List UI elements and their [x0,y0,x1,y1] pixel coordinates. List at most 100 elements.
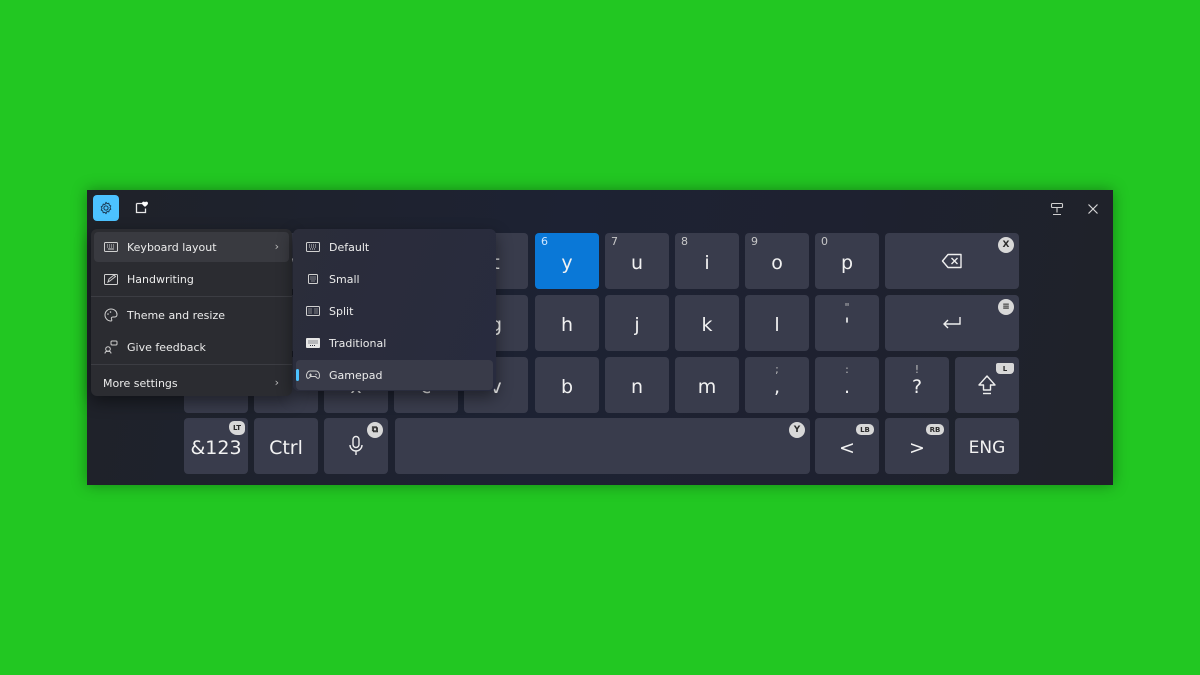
key-k[interactable]: k [675,295,739,351]
key-apostrophe[interactable]: " ' [815,295,879,351]
key-label: &123 [190,437,242,459]
key-label: > [909,437,925,459]
layout-option-small[interactable]: Small [296,264,493,294]
gamepad-menu-badge: ≡ [998,299,1014,315]
key-label: m [697,376,717,398]
key-label: < [839,437,855,459]
key-label: o [771,252,783,274]
key-label: l [774,314,780,336]
key-o[interactable]: 9o [745,233,809,289]
gamepad-ls-badge: L [996,363,1014,374]
keyboard-layout-submenu: Default Small Split Traditional Gamepad [293,229,496,391]
key-label: . [843,376,851,398]
gamepad-view-badge: ⧉ [367,422,383,438]
menu-item-label: Handwriting [127,272,194,286]
backspace-icon [941,253,962,269]
key-label: h [560,314,574,336]
layout-option-gamepad[interactable]: Gamepad [296,360,493,390]
key-label: ENG [968,438,1006,458]
keyboard-icon [104,240,118,254]
menu-divider [91,364,292,365]
key-shift-hint: : [845,363,849,376]
key-label: y [561,252,573,274]
spacebar[interactable]: Y [395,418,810,474]
key-shift-hint: ! [914,363,920,376]
emoji-button[interactable] [129,195,155,221]
menu-item-keyboard-layout[interactable]: Keyboard layout › [94,232,289,262]
layout-option-traditional[interactable]: Traditional [296,328,493,358]
menu-item-more-settings[interactable]: More settings › [94,368,289,398]
key-label: k [701,314,713,336]
keyboard-small-icon [306,273,320,285]
backspace-key[interactable]: X [885,233,1019,289]
key-label: u [630,252,644,274]
key-comma[interactable]: ;, [745,357,809,413]
close-icon [1088,204,1098,214]
layout-option-default[interactable]: Default [296,232,493,262]
shift-key[interactable]: L [955,357,1019,413]
key-m[interactable]: m [675,357,739,413]
gamepad-x-badge: X [998,237,1014,253]
settings-menu: Keyboard layout › Handwriting Theme and … [91,229,292,396]
key-label: b [560,376,574,398]
key-shift-hint: ; [775,363,779,376]
layout-option-split[interactable]: Split [296,296,493,326]
ctrl-key[interactable]: Ctrl [254,418,318,474]
menu-item-give-feedback[interactable]: Give feedback [94,332,289,362]
key-n[interactable]: n [605,357,669,413]
key-b[interactable]: b [535,357,599,413]
key-label: ' [844,314,850,336]
key-y[interactable]: 6y [535,233,599,289]
key-number-hint: 0 [821,235,828,248]
key-l[interactable]: l [745,295,809,351]
keyboard-default-icon [306,241,320,253]
close-button[interactable] [1081,197,1105,221]
key-number-hint: 9 [751,235,758,248]
key-i[interactable]: 8i [675,233,739,289]
microphone-key[interactable]: ⧉ [324,418,388,474]
menu-divider [91,296,292,297]
dock-icon [1050,202,1064,216]
menu-item-label: Keyboard layout [127,240,217,254]
key-label: i [704,252,710,274]
layout-option-label: Default [329,240,370,254]
microphone-icon [349,435,363,455]
dock-button[interactable] [1045,197,1069,221]
key-question[interactable]: !? [885,357,949,413]
key-label: ? [911,376,923,398]
layout-option-label: Gamepad [329,368,383,382]
shift-icon [978,375,996,395]
key-label: p [840,252,854,274]
key-p[interactable]: 0p [815,233,879,289]
menu-item-label: More settings [103,376,178,390]
language-key[interactable]: ENG [955,418,1019,474]
enter-key[interactable]: ≡ [885,295,1019,351]
right-arrow-key[interactable]: > RB [885,418,949,474]
gamepad-rb-badge: RB [926,424,944,435]
settings-button[interactable] [93,195,119,221]
key-h[interactable]: h [535,295,599,351]
menu-item-handwriting[interactable]: Handwriting [94,264,289,294]
keyboard-traditional-icon [306,337,320,349]
key-label: , [773,376,781,398]
key-label: j [634,314,640,336]
enter-icon [943,317,961,329]
gamepad-lb-badge: LB [856,424,874,435]
key-period[interactable]: :. [815,357,879,413]
gamepad-lt-badge: LT [229,421,245,435]
layout-option-label: Traditional [329,336,387,350]
key-shift-hint: " [844,301,850,314]
left-arrow-key[interactable]: < LB [815,418,879,474]
menu-item-theme-and-resize[interactable]: Theme and resize [94,300,289,330]
menu-item-label: Give feedback [127,340,206,354]
palette-icon [104,308,118,322]
layout-option-label: Split [329,304,354,318]
menu-item-label: Theme and resize [127,308,226,322]
pen-icon [104,272,118,286]
key-u[interactable]: 7u [605,233,669,289]
layout-option-label: Small [329,272,360,286]
chevron-right-icon: › [274,376,279,389]
symbols-key[interactable]: &123 LT [184,418,248,474]
key-j[interactable]: j [605,295,669,351]
gamepad-y-badge: Y [789,422,805,438]
